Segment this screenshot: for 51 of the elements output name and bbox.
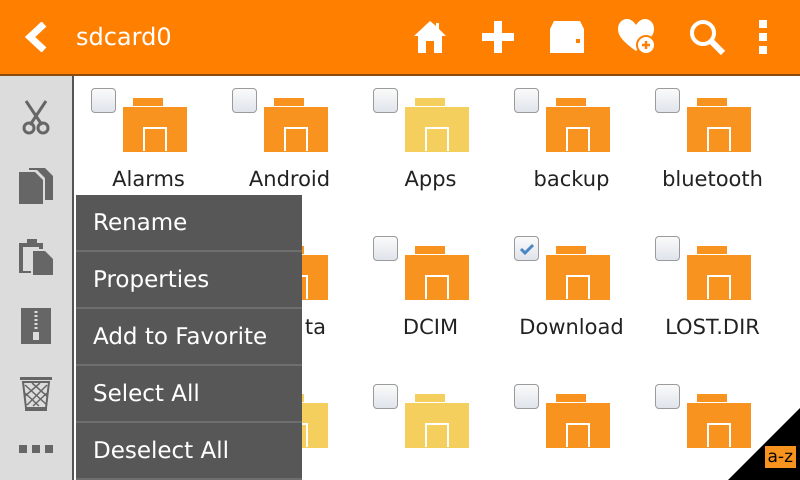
folder-icon[interactable]	[687, 246, 751, 300]
checkbox[interactable]	[514, 384, 539, 409]
overflow-menu-icon[interactable]	[758, 19, 768, 55]
wallet-icon[interactable]	[548, 19, 586, 55]
folder-icon[interactable]	[546, 98, 610, 152]
folder-name: Android	[248, 167, 332, 191]
folder-icon[interactable]	[687, 98, 751, 152]
add-icon[interactable]	[480, 19, 516, 55]
folder-name: LOST.DIR	[664, 315, 761, 339]
sort-badge[interactable]: a-z	[764, 446, 796, 468]
folder-icon[interactable]	[405, 246, 469, 300]
trash-icon[interactable]	[20, 376, 52, 410]
folder-name: Alarms	[111, 167, 186, 191]
checkbox[interactable]	[655, 384, 680, 409]
favorite-add-icon[interactable]	[618, 19, 656, 55]
folder-icon[interactable]	[546, 394, 610, 448]
folder-name: ta	[304, 315, 326, 339]
checkbox[interactable]	[514, 88, 539, 113]
checkbox[interactable]	[232, 88, 257, 113]
paste-icon[interactable]	[19, 236, 53, 274]
folder-icon[interactable]	[123, 98, 187, 152]
folder-icon[interactable]	[546, 246, 610, 300]
folder-name: Download	[518, 315, 625, 339]
scissors-icon[interactable]	[22, 98, 50, 134]
checkbox[interactable]	[514, 236, 539, 261]
search-icon[interactable]	[688, 18, 726, 56]
more-icon[interactable]	[19, 444, 53, 454]
checkbox[interactable]	[91, 88, 116, 113]
zip-icon[interactable]	[21, 308, 51, 344]
folder-icon[interactable]	[264, 98, 328, 152]
folder-name: Apps	[404, 167, 458, 191]
folder-icon[interactable]	[405, 394, 469, 448]
checkbox[interactable]	[655, 88, 680, 113]
menu-item[interactable]: Add to Favorite	[76, 309, 302, 366]
folder-icon[interactable]	[687, 394, 751, 448]
checkmark-icon	[518, 242, 534, 254]
folder-name: backup	[532, 167, 610, 191]
home-icon[interactable]	[412, 19, 448, 55]
folder-title: sdcard0	[76, 23, 172, 51]
menu-item[interactable]: Properties	[76, 252, 302, 309]
folder-name: DCIM	[402, 315, 460, 339]
folder-name: bluetooth	[661, 167, 764, 191]
copy-icon[interactable]	[19, 168, 53, 204]
checkbox[interactable]	[373, 384, 398, 409]
folder-icon[interactable]	[405, 98, 469, 152]
menu-item[interactable]: Deselect All	[76, 423, 302, 480]
menu-item[interactable]: Rename	[76, 195, 302, 252]
checkbox[interactable]	[373, 236, 398, 261]
checkbox[interactable]	[655, 236, 680, 261]
menu-item[interactable]: Select All	[76, 366, 302, 423]
checkbox[interactable]	[373, 88, 398, 113]
